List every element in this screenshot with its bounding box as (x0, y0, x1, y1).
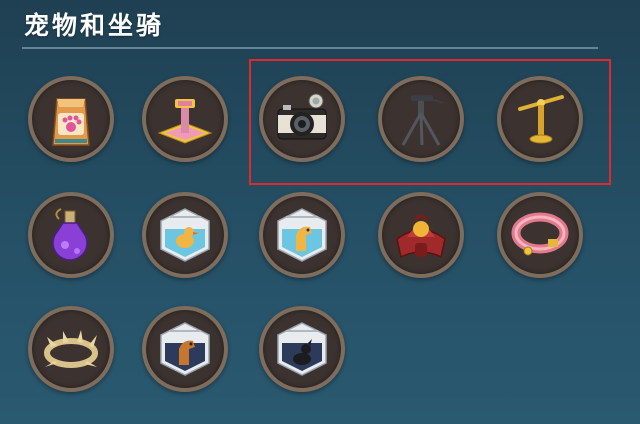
purple-potion-flask-icon (52, 208, 88, 261)
item-slot-cat-scratching-post[interactable] (142, 76, 228, 162)
section-title: 宠物和坐骑 (24, 11, 165, 40)
item-slot-purple-potion[interactable] (28, 192, 114, 278)
item-slot-horse-carrier[interactable] (259, 192, 345, 278)
red-saddle-icon (396, 214, 446, 259)
item-slot-thorn-crown[interactable] (28, 306, 114, 392)
pet-food-bag-icon (52, 98, 90, 146)
black-dog-carrier-icon (277, 322, 327, 376)
item-slot-brown-horse-carrier[interactable] (142, 306, 228, 392)
item-slot-red-saddle[interactable] (378, 192, 464, 278)
item-slot-pet-food-bag[interactable] (28, 76, 114, 162)
thorn-crown-icon (44, 330, 98, 368)
highlight-frame (249, 59, 611, 185)
duck-pet-carrier-icon (160, 208, 210, 262)
item-slot-duck-carrier[interactable] (142, 192, 228, 278)
cat-scratching-post-icon (157, 99, 213, 144)
item-slot-pink-collar[interactable] (497, 192, 583, 278)
horse-pet-carrier-icon (277, 208, 327, 262)
item-slot-black-dog-carrier[interactable] (259, 306, 345, 392)
brown-horse-carrier-icon (160, 322, 210, 376)
pink-pet-collar-icon (511, 212, 569, 256)
title-divider (22, 47, 598, 49)
